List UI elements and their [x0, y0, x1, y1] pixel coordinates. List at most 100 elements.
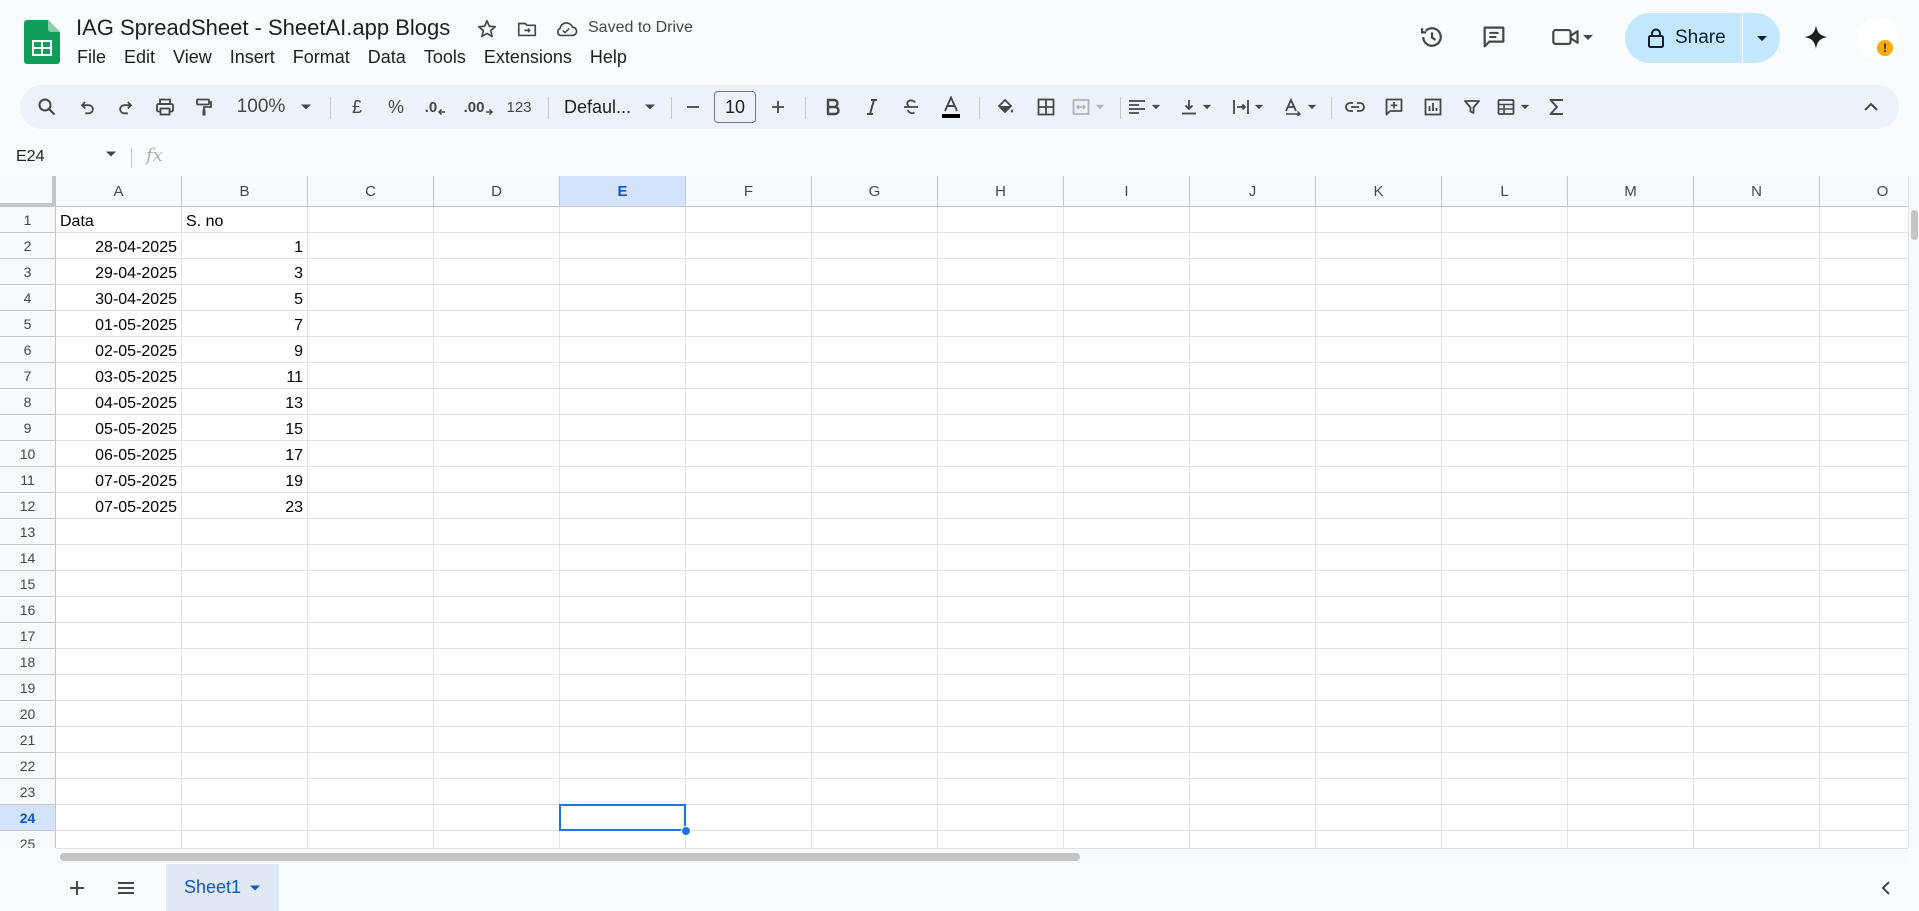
cell-d2[interactable]: [434, 233, 560, 259]
cell-f21[interactable]: [686, 727, 812, 753]
cell-e20[interactable]: [560, 701, 686, 727]
explore-toggle-button[interactable]: [1869, 871, 1903, 905]
cell-e9[interactable]: [560, 415, 686, 441]
cell-n18[interactable]: [1694, 649, 1820, 675]
zoom-value[interactable]: 100%: [237, 85, 286, 129]
cell-a12[interactable]: 07-05-2025: [56, 493, 182, 519]
cell-g2[interactable]: [812, 233, 938, 259]
cell-d16[interactable]: [434, 597, 560, 623]
vertical-scroll-thumb[interactable]: [1911, 210, 1918, 240]
chevron-down-icon[interactable]: [249, 884, 261, 892]
cell-i4[interactable]: [1064, 285, 1190, 311]
cell-c17[interactable]: [308, 623, 434, 649]
cell-k3[interactable]: [1316, 259, 1442, 285]
cell-e6[interactable]: [560, 337, 686, 363]
cell-n1[interactable]: [1694, 207, 1820, 233]
cell-h16[interactable]: [938, 597, 1064, 623]
cell-e16[interactable]: [560, 597, 686, 623]
undo-button[interactable]: [72, 85, 102, 129]
cell-i24[interactable]: [1064, 805, 1190, 831]
cell-b23[interactable]: [182, 779, 308, 805]
cell-a25[interactable]: [56, 831, 182, 848]
cell-h9[interactable]: [938, 415, 1064, 441]
row-header-11[interactable]: 11: [0, 467, 56, 493]
cell-f22[interactable]: [686, 753, 812, 779]
column-header-e[interactable]: E: [560, 176, 686, 207]
cell-c11[interactable]: [308, 467, 434, 493]
cell-j3[interactable]: [1190, 259, 1316, 285]
cell-n6[interactable]: [1694, 337, 1820, 363]
insert-chart-button[interactable]: [1418, 85, 1448, 129]
sheet-tab-sheet1[interactable]: Sheet1: [166, 864, 279, 911]
cell-i19[interactable]: [1064, 675, 1190, 701]
column-header-c[interactable]: C: [308, 176, 434, 207]
cell-e8[interactable]: [560, 389, 686, 415]
cell-o14[interactable]: [1820, 545, 1908, 571]
cell-b3[interactable]: 3: [182, 259, 308, 285]
cell-d10[interactable]: [434, 441, 560, 467]
cell-m8[interactable]: [1568, 389, 1694, 415]
column-header-i[interactable]: I: [1064, 176, 1190, 207]
cell-i21[interactable]: [1064, 727, 1190, 753]
collapse-menu-button[interactable]: [1856, 85, 1886, 129]
cell-g13[interactable]: [812, 519, 938, 545]
cell-g10[interactable]: [812, 441, 938, 467]
document-title[interactable]: IAG SpreadSheet - SheetAI.app Blogs: [76, 15, 450, 41]
cell-b14[interactable]: [182, 545, 308, 571]
menu-edit[interactable]: Edit: [115, 45, 164, 70]
cell-i10[interactable]: [1064, 441, 1190, 467]
cell-b4[interactable]: 5: [182, 285, 308, 311]
cell-h15[interactable]: [938, 571, 1064, 597]
cell-h25[interactable]: [938, 831, 1064, 848]
cell-m6[interactable]: [1568, 337, 1694, 363]
cell-f12[interactable]: [686, 493, 812, 519]
cell-g5[interactable]: [812, 311, 938, 337]
horizontal-align-button[interactable]: [1120, 85, 1168, 129]
cell-n12[interactable]: [1694, 493, 1820, 519]
add-sheet-button[interactable]: [60, 871, 94, 905]
cell-o17[interactable]: [1820, 623, 1908, 649]
cell-l16[interactable]: [1442, 597, 1568, 623]
cell-m3[interactable]: [1568, 259, 1694, 285]
cell-b1[interactable]: S. no: [182, 207, 308, 233]
horizontal-scrollbar[interactable]: [56, 848, 1908, 864]
cell-a17[interactable]: [56, 623, 182, 649]
cell-g4[interactable]: [812, 285, 938, 311]
insert-comment-button[interactable]: [1379, 85, 1409, 129]
column-header-k[interactable]: K: [1316, 176, 1442, 207]
cell-e17[interactable]: [560, 623, 686, 649]
cell-g20[interactable]: [812, 701, 938, 727]
cell-k1[interactable]: [1316, 207, 1442, 233]
cell-d7[interactable]: [434, 363, 560, 389]
cell-b13[interactable]: [182, 519, 308, 545]
cell-d6[interactable]: [434, 337, 560, 363]
cell-i11[interactable]: [1064, 467, 1190, 493]
cell-e4[interactable]: [560, 285, 686, 311]
cell-n3[interactable]: [1694, 259, 1820, 285]
cell-j14[interactable]: [1190, 545, 1316, 571]
print-button[interactable]: [150, 85, 180, 129]
cell-n24[interactable]: [1694, 805, 1820, 831]
cell-f16[interactable]: [686, 597, 812, 623]
text-color-button[interactable]: [934, 85, 968, 129]
cell-m15[interactable]: [1568, 571, 1694, 597]
cell-m14[interactable]: [1568, 545, 1694, 571]
cell-n21[interactable]: [1694, 727, 1820, 753]
cell-o25[interactable]: [1820, 831, 1908, 848]
cell-a16[interactable]: [56, 597, 182, 623]
cell-d18[interactable]: [434, 649, 560, 675]
cell-m18[interactable]: [1568, 649, 1694, 675]
cell-l10[interactable]: [1442, 441, 1568, 467]
cell-e23[interactable]: [560, 779, 686, 805]
cell-d17[interactable]: [434, 623, 560, 649]
cell-j20[interactable]: [1190, 701, 1316, 727]
cell-k12[interactable]: [1316, 493, 1442, 519]
cell-h7[interactable]: [938, 363, 1064, 389]
cell-o2[interactable]: [1820, 233, 1908, 259]
cell-b16[interactable]: [182, 597, 308, 623]
cell-b18[interactable]: [182, 649, 308, 675]
currency-format-button[interactable]: £: [342, 85, 372, 129]
cell-n17[interactable]: [1694, 623, 1820, 649]
cell-e25[interactable]: [560, 831, 686, 848]
row-header-25[interactable]: 25: [0, 831, 56, 848]
